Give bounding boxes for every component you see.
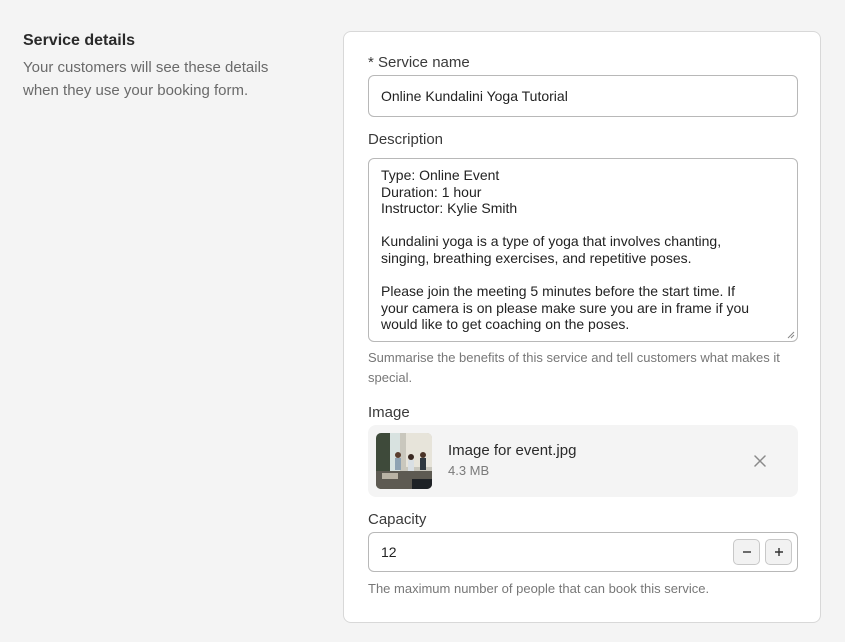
section-title: Service details [23, 32, 136, 49]
capacity-value: 12 [381, 544, 397, 560]
capacity-input[interactable]: 12 [368, 532, 798, 572]
service-name-label: * Service name [368, 54, 470, 71]
increment-capacity-button[interactable] [765, 539, 792, 565]
capacity-label: Capacity [368, 511, 427, 528]
yoga-photo-thumbnail-icon [376, 433, 432, 489]
close-icon [754, 455, 766, 467]
description-textarea[interactable]: Type: Online Event Duration: 1 hour Inst… [368, 158, 798, 342]
description-text: Type: Online Event Duration: 1 hour Inst… [381, 167, 750, 333]
image-attachment: Image for event.jpg 4.3 MB [368, 425, 798, 497]
resize-handle-icon[interactable] [787, 331, 795, 339]
image-label: Image [368, 404, 410, 421]
section-description: Your customers will see these details wh… [23, 59, 269, 99]
remove-image-button[interactable] [750, 451, 770, 471]
capacity-hint: The maximum number of people that can bo… [368, 581, 710, 596]
image-file-size: 4.3 MB [448, 463, 490, 478]
service-details-form: * Service name Online Kundalini Yoga Tut… [343, 31, 821, 623]
plus-icon [774, 548, 783, 556]
service-details-intro: Service details Your customers will see … [23, 31, 283, 102]
image-file-name: Image for event.jpg [448, 442, 577, 459]
service-name-input[interactable]: Online Kundalini Yoga Tutorial [368, 75, 798, 117]
decrement-capacity-button[interactable] [733, 539, 760, 565]
description-label: Description [368, 131, 444, 148]
description-hint: Summarise the benefits of this service a… [368, 350, 780, 385]
minus-icon [742, 551, 751, 553]
